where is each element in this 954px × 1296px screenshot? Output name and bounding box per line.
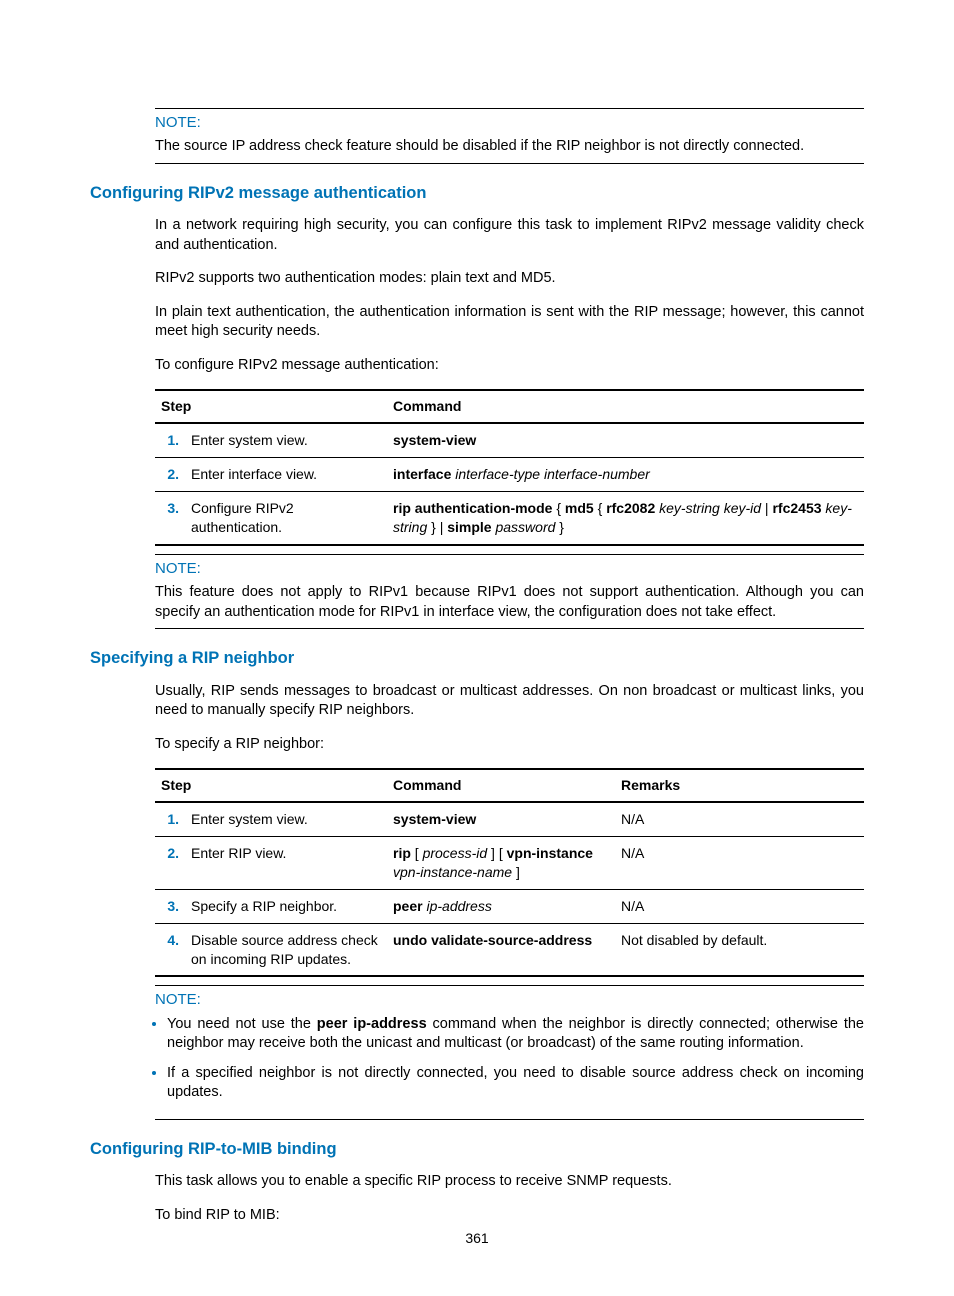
page-number: 361 xyxy=(0,1229,954,1248)
command-text: system-view xyxy=(387,802,615,836)
note-text-2: This feature does not apply to RIPv1 bec… xyxy=(155,583,864,629)
table-row: 1.Enter system view.system-view xyxy=(155,423,864,457)
steps-table-2: Step Command Remarks 1.Enter system view… xyxy=(155,768,864,977)
note-label: NOTE: xyxy=(155,559,864,579)
step-number: 3. xyxy=(155,889,185,923)
note-label: NOTE: xyxy=(155,990,864,1010)
step-text: Enter RIP view. xyxy=(185,837,387,890)
step-text: Enter system view. xyxy=(185,423,387,457)
step-text: Enter system view. xyxy=(185,802,387,836)
note-label: NOTE: xyxy=(155,113,864,133)
note-block-3: NOTE: You need not use the peer ip-addre… xyxy=(155,985,864,1120)
remarks-text: N/A xyxy=(615,837,864,890)
command-text: undo validate-source-address xyxy=(387,923,615,976)
para: This task allows you to enable a specifi… xyxy=(155,1172,864,1192)
th-command: Command xyxy=(387,769,615,802)
th-step: Step xyxy=(155,769,387,802)
para: Usually, RIP sends messages to broadcast… xyxy=(155,682,864,721)
th-remarks: Remarks xyxy=(615,769,864,802)
command-text: interface interface-type interface-numbe… xyxy=(387,458,864,492)
note-list-item: You need not use the peer ip-address com… xyxy=(167,1015,864,1054)
heading-ripv2-auth: Configuring RIPv2 message authentication xyxy=(90,182,864,204)
step-number: 1. xyxy=(155,423,185,457)
command-text: rip [ process-id ] [ vpn-instance vpn-in… xyxy=(387,837,615,890)
bold-text: peer ip-address xyxy=(317,1016,427,1032)
note-text-1: The source IP address check feature shou… xyxy=(155,137,864,164)
step-text: Configure RIPv2 authentication. xyxy=(185,492,387,545)
step-text: Specify a RIP neighbor. xyxy=(185,889,387,923)
step-number: 2. xyxy=(155,458,185,492)
para: In plain text authentication, the authen… xyxy=(155,303,864,342)
step-number: 4. xyxy=(155,923,185,976)
step-number: 3. xyxy=(155,492,185,545)
t1-body: 1.Enter system view.system-view2.Enter i… xyxy=(155,423,864,545)
remarks-text: N/A xyxy=(615,889,864,923)
para: To specify a RIP neighbor: xyxy=(155,735,864,755)
table-row: 4.Disable source address check on incomi… xyxy=(155,923,864,976)
note-list: You need not use the peer ip-address com… xyxy=(155,1015,864,1120)
t2-body: 1.Enter system view.system-viewN/A2.Ente… xyxy=(155,802,864,976)
heading-rip-neighbor: Specifying a RIP neighbor xyxy=(90,647,864,669)
para: To configure RIPv2 message authenticatio… xyxy=(155,356,864,376)
remarks-text: N/A xyxy=(615,802,864,836)
command-text: peer ip-address xyxy=(387,889,615,923)
table-row: 3.Specify a RIP neighbor.peer ip-address… xyxy=(155,889,864,923)
note-block-2: NOTE: This feature does not apply to RIP… xyxy=(155,554,864,629)
para: To bind RIP to MIB: xyxy=(155,1206,864,1226)
th-step: Step xyxy=(155,390,387,423)
step-number: 2. xyxy=(155,837,185,890)
step-text: Disable source address check on incoming… xyxy=(185,923,387,976)
para: RIPv2 supports two authentication modes:… xyxy=(155,269,864,289)
heading-rip-mib: Configuring RIP-to-MIB binding xyxy=(90,1138,864,1160)
table-row: 1.Enter system view.system-viewN/A xyxy=(155,802,864,836)
text: You need not use the xyxy=(167,1016,317,1032)
steps-table-1: Step Command 1.Enter system view.system-… xyxy=(155,389,864,545)
th-command: Command xyxy=(387,390,864,423)
table-row: 2.Enter interface view.interface interfa… xyxy=(155,458,864,492)
note-block-1: NOTE: The source IP address check featur… xyxy=(155,108,864,164)
table-row: 3.Configure RIPv2 authentication.rip aut… xyxy=(155,492,864,545)
command-text: system-view xyxy=(387,423,864,457)
command-text: rip authentication-mode { md5 { rfc2082 … xyxy=(387,492,864,545)
step-number: 1. xyxy=(155,802,185,836)
note-list-item: If a specified neighbor is not directly … xyxy=(167,1064,864,1103)
table-row: 2.Enter RIP view.rip [ process-id ] [ vp… xyxy=(155,837,864,890)
step-text: Enter interface view. xyxy=(185,458,387,492)
para: In a network requiring high security, yo… xyxy=(155,216,864,255)
remarks-text: Not disabled by default. xyxy=(615,923,864,976)
